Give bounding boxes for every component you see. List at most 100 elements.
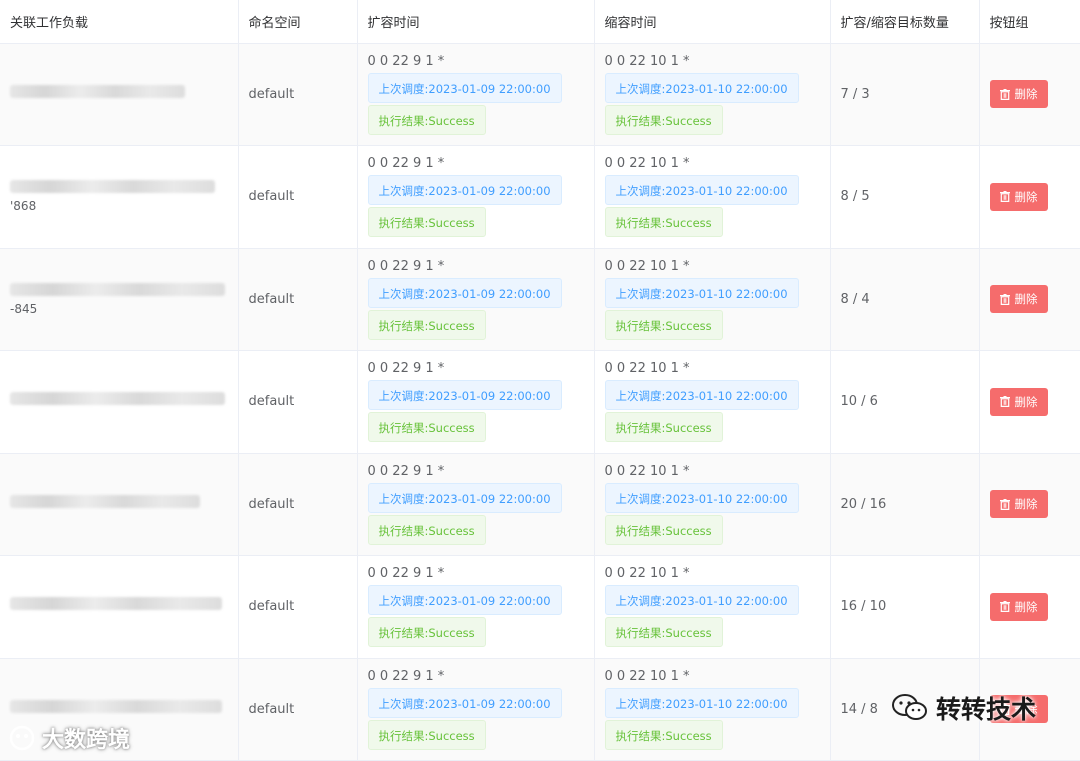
scale-in-cron: 0 0 22 10 1 * [604, 668, 690, 684]
table-row: default 0 0 22 9 1 * 上次调度:2023-01-09 22:00… [0, 43, 1080, 146]
buttons-cell: 删除 [979, 350, 1080, 454]
trash-icon [999, 498, 1010, 510]
redacted-workload-name [10, 180, 215, 194]
delete-button[interactable]: 删除 [989, 80, 1048, 109]
logo-icon [9, 725, 35, 751]
scale-in-cell: 0 0 22 10 1 * 上次调度:2023-01-10 22:00:00 执行结… [594, 43, 831, 146]
target-count-cell: 8 / 4 [830, 248, 980, 351]
namespace-cell: default [238, 145, 358, 249]
scale-in-cron: 0 0 22 10 1 * [604, 258, 690, 274]
scale-in-result-tag: 执行结果:Success [604, 309, 723, 340]
scale-out-result-tag: 执行结果:Success [367, 514, 486, 545]
scale-in-cron: 0 0 22 10 1 * [604, 463, 690, 479]
watermark-right-text: 转转技术 [936, 695, 1037, 724]
trash-icon [999, 293, 1010, 305]
delete-button-label: 删除 [1014, 394, 1038, 409]
scale-out-last-schedule-tag: 上次调度:2023-01-09 22:00:00 [367, 72, 562, 103]
namespace-cell: default [238, 350, 358, 454]
header-workload: 关联工作负载 [0, 0, 239, 44]
redacted-workload-name [10, 392, 225, 406]
header-namespace: 命名空间 [238, 0, 358, 44]
namespace-cell: default [238, 453, 358, 556]
scale-out-last-schedule-tag: 上次调度:2023-01-09 22:00:00 [367, 482, 562, 513]
scale-in-cron: 0 0 22 10 1 * [604, 361, 690, 377]
scale-out-cell: 0 0 22 9 1 * 上次调度:2023-01-09 22:00:00 执行结果… [357, 350, 595, 454]
workload-suffix: -845 [10, 301, 38, 316]
delete-button[interactable]: 删除 [989, 592, 1048, 621]
table-row: default 0 0 22 9 1 * 上次调度:2023-01-09 22:00… [0, 453, 1080, 556]
scale-out-cell: 0 0 22 9 1 * 上次调度:2023-01-09 22:00:00 执行结果… [357, 658, 595, 761]
scale-in-result-tag: 执行结果:Success [604, 412, 723, 443]
scale-out-cell: 0 0 22 9 1 * 上次调度:2023-01-09 22:00:00 执行结果… [357, 453, 595, 556]
buttons-cell: 删除 [979, 145, 1080, 249]
workload-cell: '868 [0, 145, 239, 249]
scale-out-cell: 0 0 22 9 1 * 上次调度:2023-01-09 22:00:00 执行结果… [357, 555, 595, 659]
scale-in-result-tag: 执行结果:Success [604, 617, 723, 648]
scale-out-cron: 0 0 22 9 1 * [367, 156, 445, 172]
delete-button-label: 删除 [1014, 497, 1038, 512]
redacted-workload-name [10, 699, 222, 713]
scale-in-cell: 0 0 22 10 1 * 上次调度:2023-01-10 22:00:00 执行结… [594, 145, 831, 249]
scale-in-result-tag: 执行结果:Success [604, 104, 723, 135]
scale-in-last-schedule-tag: 上次调度:2023-01-10 22:00:00 [604, 687, 799, 718]
scale-out-cron: 0 0 22 9 1 * [367, 463, 445, 479]
scale-out-cron: 0 0 22 9 1 * [367, 258, 445, 274]
table-header-row: 关联工作负载 命名空间 扩容时间 缩容时间 扩容/缩容目标数量 按钮组 [0, 0, 1080, 44]
scale-out-cron: 0 0 22 9 1 * [367, 668, 445, 684]
watermark-left: 大数跨境 [8, 722, 130, 754]
trash-icon [999, 396, 1010, 408]
target-count-cell: 7 / 3 [830, 43, 980, 146]
workload-suffix: '868 [10, 199, 37, 214]
table-row: '868 default 0 0 22 9 1 * 上次调度:2023-01-09 2… [0, 145, 1080, 249]
scale-in-cell: 0 0 22 10 1 * 上次调度:2023-01-10 22:00:00 执行结… [594, 555, 831, 659]
scale-in-cron: 0 0 22 10 1 * [604, 156, 690, 172]
delete-button[interactable]: 删除 [989, 285, 1048, 314]
watermark-right: 转转技术 [890, 690, 1036, 726]
trash-icon [999, 88, 1010, 100]
workload-cell [0, 43, 239, 146]
namespace-cell: default [238, 248, 358, 351]
delete-button-label: 删除 [1014, 87, 1038, 102]
scale-out-cron: 0 0 22 9 1 * [367, 566, 445, 582]
scale-in-last-schedule-tag: 上次调度:2023-01-10 22:00:00 [604, 380, 799, 411]
scale-out-cron: 0 0 22 9 1 * [367, 53, 445, 69]
header-target-count: 扩容/缩容目标数量 [830, 0, 980, 44]
scale-out-result-tag: 执行结果:Success [367, 719, 486, 750]
scale-in-last-schedule-tag: 上次调度:2023-01-10 22:00:00 [604, 72, 799, 103]
redacted-workload-name [10, 84, 185, 98]
redacted-workload-name [10, 494, 200, 508]
buttons-cell: 删除 [979, 555, 1080, 659]
delete-button-label: 删除 [1014, 189, 1038, 204]
scale-in-cell: 0 0 22 10 1 * 上次调度:2023-01-10 22:00:00 执行结… [594, 453, 831, 556]
delete-button[interactable]: 删除 [989, 387, 1048, 416]
header-scale-out-time: 扩容时间 [357, 0, 595, 44]
buttons-cell: 删除 [979, 43, 1080, 146]
scale-out-cell: 0 0 22 9 1 * 上次调度:2023-01-09 22:00:00 执行结果… [357, 145, 595, 249]
scale-out-result-tag: 执行结果:Success [367, 412, 486, 443]
scale-out-result-tag: 执行结果:Success [367, 207, 486, 238]
delete-button[interactable]: 删除 [989, 490, 1048, 519]
watermark-left-text: 大数跨境 [42, 728, 131, 753]
target-count-cell: 16 / 10 [830, 555, 980, 659]
table-row: default 0 0 22 9 1 * 上次调度:2023-01-09 22:00… [0, 350, 1080, 454]
trash-icon [999, 601, 1010, 613]
scale-out-result-tag: 执行结果:Success [367, 104, 486, 135]
scale-in-last-schedule-tag: 上次调度:2023-01-10 22:00:00 [604, 277, 799, 308]
scale-in-cron: 0 0 22 10 1 * [604, 566, 690, 582]
delete-button[interactable]: 删除 [989, 182, 1048, 211]
buttons-cell: 删除 [979, 453, 1080, 556]
scale-out-cell: 0 0 22 9 1 * 上次调度:2023-01-09 22:00:00 执行结果… [357, 43, 595, 146]
scale-out-result-tag: 执行结果:Success [367, 617, 486, 648]
cron-hpa-table: 关联工作负载 命名空间 扩容时间 缩容时间 扩容/缩容目标数量 按钮组 defa… [0, 0, 1080, 761]
scale-in-result-tag: 执行结果:Success [604, 719, 723, 750]
scale-out-result-tag: 执行结果:Success [367, 309, 486, 340]
scale-in-result-tag: 执行结果:Success [604, 514, 723, 545]
redacted-workload-name [10, 597, 222, 611]
delete-button-label: 删除 [1014, 292, 1038, 307]
trash-icon [999, 191, 1010, 203]
scale-out-last-schedule-tag: 上次调度:2023-01-09 22:00:00 [367, 175, 562, 206]
scale-out-cell: 0 0 22 9 1 * 上次调度:2023-01-09 22:00:00 执行结果… [357, 248, 595, 351]
namespace-cell: default [238, 43, 358, 146]
target-count-cell: 10 / 6 [830, 350, 980, 454]
delete-button-label: 删除 [1014, 599, 1038, 614]
